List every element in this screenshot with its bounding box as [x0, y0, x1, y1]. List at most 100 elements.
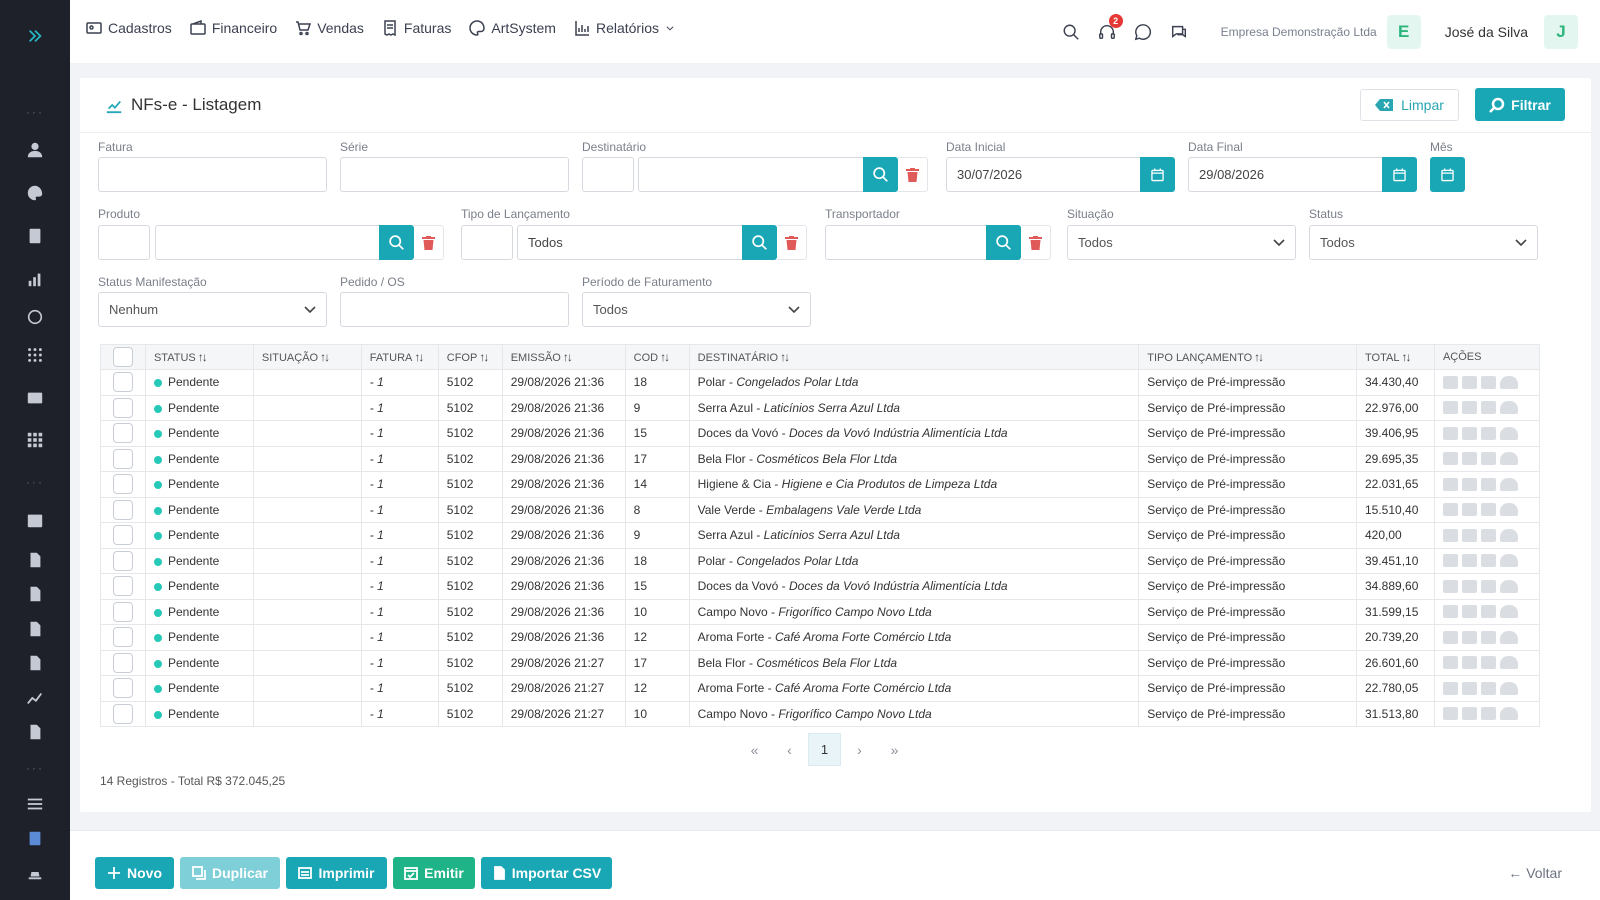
table-row[interactable]: Pendente - 1 5102 29/08/2026 21:36 15 Doces d… [100, 573, 1541, 600]
nav-vendas[interactable]: Vendas [295, 20, 364, 36]
stamp-icon[interactable] [1480, 707, 1496, 721]
fatura-input[interactable] [98, 157, 327, 192]
stamp-icon[interactable] [1480, 426, 1496, 440]
user-icon[interactable] [1499, 681, 1518, 695]
col-total[interactable]: TOTAL ↑↓ [1356, 344, 1435, 370]
line-chart-icon[interactable] [0, 686, 70, 710]
table-row[interactable]: Pendente - 1 5102 29/08/2026 21:36 8 Vale Ver… [100, 496, 1541, 523]
email-icon[interactable] [1461, 452, 1477, 466]
row-checkbox[interactable] [112, 703, 133, 724]
produto-name-input[interactable] [155, 225, 380, 260]
table-row[interactable]: Pendente - 1 5102 29/08/2026 21:36 9 Serra Az… [100, 522, 1541, 549]
row-checkbox[interactable] [112, 423, 133, 444]
stamp-icon[interactable] [1480, 503, 1496, 517]
document-icon[interactable] [1442, 452, 1458, 466]
table-row[interactable]: Pendente - 1 5102 29/08/2026 21:27 12 Aroma F… [100, 675, 1541, 702]
email-icon[interactable] [1461, 605, 1477, 619]
expand-sidebar-icon[interactable] [0, 24, 70, 48]
nav-faturas[interactable]: Faturas [382, 20, 451, 36]
stamp-icon[interactable] [1480, 579, 1496, 593]
nav-financeiro[interactable]: Financeiro [190, 20, 277, 36]
document-icon[interactable] [1442, 528, 1458, 542]
table-row[interactable]: Pendente - 1 5102 29/08/2026 21:36 18 Polar -… [100, 547, 1541, 574]
transportador-input[interactable] [825, 225, 987, 260]
user-icon[interactable] [1499, 554, 1518, 568]
document-icon[interactable] [0, 720, 70, 744]
stamp-icon[interactable] [1480, 528, 1496, 542]
document-icon[interactable] [1442, 401, 1458, 415]
user-icon[interactable] [1499, 503, 1518, 517]
row-checkbox[interactable] [112, 601, 133, 622]
tipo-lancamento-search-button[interactable] [742, 225, 777, 260]
whatsapp-icon[interactable] [1133, 22, 1153, 42]
stamp-icon[interactable] [1480, 477, 1496, 491]
clipboard-icon[interactable] [0, 826, 70, 850]
col-fatura[interactable]: FATURA ↑↓ [360, 344, 439, 370]
transportador-search-button[interactable] [986, 225, 1021, 260]
serie-input[interactable] [340, 157, 569, 192]
email-icon[interactable] [1461, 681, 1477, 695]
user-icon[interactable] [1499, 477, 1518, 491]
user-avatar[interactable]: J [1544, 15, 1578, 49]
email-icon[interactable] [1461, 579, 1477, 593]
calendar-icon[interactable] [0, 508, 70, 532]
col-situacao[interactable]: SITUAÇÃO ↑↓ [252, 344, 362, 370]
document-icon[interactable] [1442, 426, 1458, 440]
user-icon[interactable] [1499, 452, 1518, 466]
col-destinatario[interactable]: DESTINATÁRIO ↑↓ [688, 344, 1140, 370]
table-row[interactable]: Pendente - 1 5102 29/08/2026 21:27 10 Campo N… [100, 700, 1541, 727]
user-icon[interactable] [1499, 375, 1518, 389]
document-icon[interactable] [1442, 477, 1458, 491]
row-checkbox[interactable] [112, 627, 133, 648]
col-status[interactable]: STATUS ↑↓ [144, 344, 254, 370]
company-avatar[interactable]: E [1386, 15, 1421, 49]
whatsapp-icon[interactable] [0, 305, 70, 329]
destinatario-search-button[interactable] [863, 157, 898, 192]
stamp-icon[interactable] [1480, 630, 1496, 644]
row-checkbox[interactable] [112, 397, 133, 418]
document-icon[interactable] [0, 617, 70, 641]
page-1-button[interactable]: 1 [808, 733, 841, 766]
table-row[interactable]: Pendente - 1 5102 29/08/2026 21:36 15 Doces d… [100, 420, 1541, 447]
email-icon[interactable] [1461, 656, 1477, 670]
grid-dots-icon[interactable] [0, 343, 70, 367]
stamp-icon[interactable] [1480, 375, 1496, 389]
user-icon[interactable] [1499, 528, 1518, 542]
table-row[interactable]: Pendente - 1 5102 29/08/2026 21:36 12 Aroma F… [100, 624, 1541, 651]
data-inicial-calendar-button[interactable] [1140, 157, 1175, 192]
list-icon[interactable] [0, 792, 70, 816]
prev-page-button[interactable]: ‹ [773, 733, 806, 766]
book-icon[interactable] [0, 224, 70, 248]
imprimir-button[interactable]: Imprimir [286, 857, 387, 889]
nav-artsystem[interactable]: ArtSystem [469, 20, 556, 36]
emitir-button[interactable]: Emitir [393, 857, 475, 889]
row-checkbox[interactable] [112, 550, 133, 571]
row-checkbox[interactable] [112, 474, 133, 495]
email-icon[interactable] [1461, 707, 1477, 721]
user-icon[interactable] [1499, 605, 1518, 619]
table-row[interactable]: Pendente - 1 5102 29/08/2026 21:27 17 Bela Fl… [100, 649, 1541, 676]
data-final-calendar-button[interactable] [1382, 157, 1417, 192]
email-icon[interactable] [1461, 375, 1477, 389]
document-icon[interactable] [1442, 503, 1458, 517]
row-checkbox[interactable] [112, 678, 133, 699]
table-row[interactable]: Pendente - 1 5102 29/08/2026 21:36 18 Polar -… [100, 369, 1541, 396]
stamp-icon[interactable] [1480, 401, 1496, 415]
select-all-checkbox[interactable] [112, 347, 133, 367]
table-row[interactable]: Pendente - 1 5102 29/08/2026 21:36 17 Bela Fl… [100, 445, 1541, 472]
data-inicial-input[interactable]: 30/07/2026 [946, 157, 1141, 192]
row-checkbox[interactable] [112, 576, 133, 597]
destinatario-code-input[interactable] [582, 157, 634, 192]
headset-icon[interactable]: 2 [1097, 14, 1123, 42]
last-page-button[interactable]: » [878, 733, 911, 766]
document-icon[interactable] [1442, 681, 1458, 695]
first-page-button[interactable]: « [738, 733, 771, 766]
search-icon[interactable] [1061, 22, 1081, 42]
clear-button[interactable]: Limpar [1360, 89, 1459, 121]
col-tipo-lancamento[interactable]: TIPO LANÇAMENTO ↑↓ [1138, 344, 1357, 370]
nav-relatorios[interactable]: Relatórios [574, 20, 675, 36]
email-icon[interactable] [1461, 401, 1477, 415]
data-final-input[interactable]: 29/08/2026 [1188, 157, 1383, 192]
filter-button[interactable]: Filtrar [1475, 88, 1565, 121]
user-icon[interactable] [1499, 630, 1518, 644]
